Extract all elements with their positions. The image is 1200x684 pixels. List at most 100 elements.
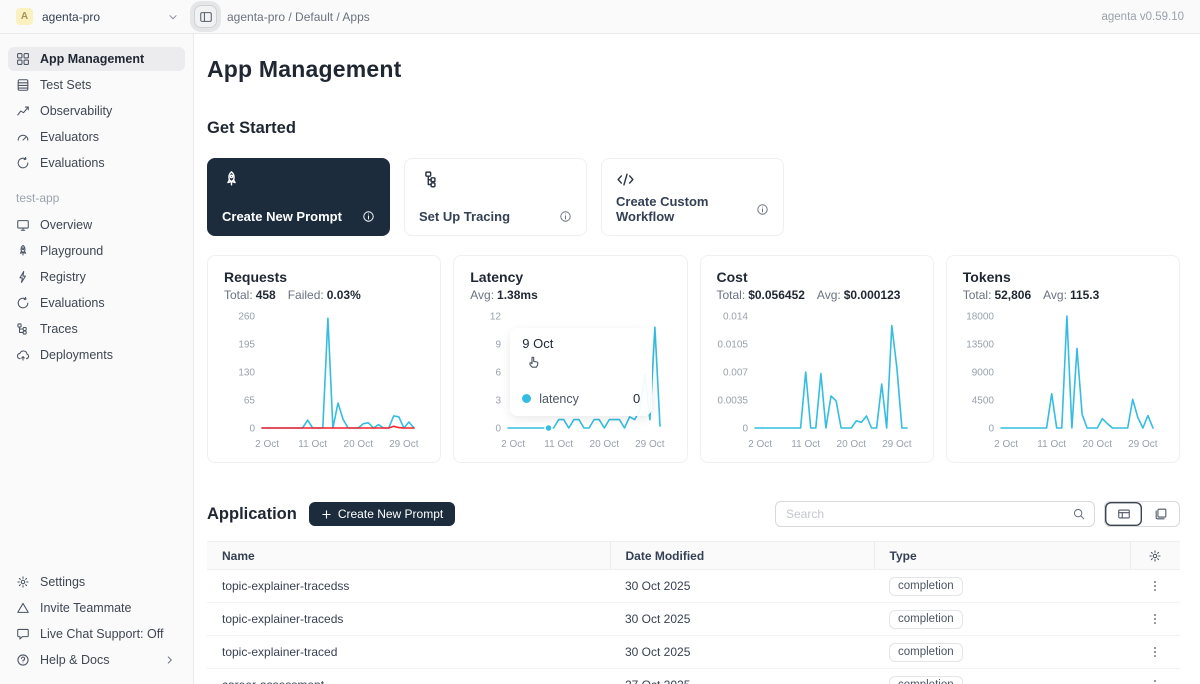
view-toggle — [1104, 501, 1180, 527]
cell-date-modified: 27 Oct 2025 — [610, 669, 874, 684]
cell-name: topic-explainer-tracedss — [207, 570, 610, 603]
chart-card-requests: RequestsTotal:458Failed:0.03%26019513065… — [207, 255, 441, 463]
monitor-icon — [16, 218, 30, 232]
get-started-card-set-up-tracing[interactable]: Set Up Tracing — [404, 158, 587, 236]
svg-text:11 Oct: 11 Oct — [1037, 439, 1066, 450]
svg-text:0.0105: 0.0105 — [717, 340, 748, 351]
invite-icon — [16, 601, 30, 615]
svg-text:20 Oct: 20 Oct — [590, 439, 620, 450]
main-content: App Management Get Started Create New Pr… — [194, 34, 1200, 684]
sidebar-item-observability[interactable]: Observability — [8, 99, 185, 123]
cell-date-modified: 30 Oct 2025 — [610, 636, 874, 669]
tooltip-series-name: latency — [539, 392, 579, 406]
deploy-icon — [16, 348, 30, 362]
application-header: Application Create New Prompt — [207, 501, 1180, 527]
sidebar-item-playground[interactable]: Playground — [8, 239, 185, 263]
tracing-icon — [419, 170, 572, 189]
sidebar-item-overview[interactable]: Overview — [8, 213, 185, 237]
sidebar-item-live-chat-support-off[interactable]: Live Chat Support: Off — [8, 622, 185, 646]
applications-table: Name Date Modified Type topic-explainer-… — [207, 541, 1180, 684]
sidebar-item-evaluations[interactable]: Evaluations — [8, 151, 185, 175]
svg-text:2 Oct: 2 Oct — [748, 439, 772, 450]
sidebar-item-traces[interactable]: Traces — [8, 317, 185, 341]
sidebar-main-nav: App ManagementTest SetsObservabilityEval… — [8, 47, 185, 177]
svg-text:20 Oct: 20 Oct — [836, 439, 866, 450]
bolt-icon — [16, 270, 30, 284]
cell-date-modified: 30 Oct 2025 — [610, 570, 874, 603]
code-icon — [616, 170, 769, 189]
svg-text:12: 12 — [490, 312, 502, 323]
info-icon[interactable] — [756, 203, 769, 216]
svg-text:65: 65 — [244, 396, 256, 407]
tooltip-date: 9 Oct — [522, 336, 640, 351]
table-row[interactable]: career-assessment27 Oct 2025completion — [207, 669, 1180, 684]
row-actions-button[interactable] — [1144, 608, 1166, 630]
sidebar-item-help-docs[interactable]: Help & Docs — [8, 648, 185, 672]
svg-text:0: 0 — [742, 424, 748, 435]
svg-text:29 Oct: 29 Oct — [1128, 439, 1158, 450]
row-actions-button[interactable] — [1144, 641, 1166, 663]
cell-type: completion — [874, 669, 1130, 684]
column-settings-icon[interactable] — [1148, 549, 1162, 563]
svg-text:260: 260 — [238, 312, 255, 323]
evaluations-icon — [16, 156, 30, 170]
chart-plot[interactable]: 2601951306502 Oct11 Oct20 Oct29 Oct — [218, 306, 422, 454]
info-icon[interactable] — [362, 210, 375, 223]
workspace-selector[interactable]: A agenta-pro — [0, 8, 194, 25]
page-title: App Management — [207, 56, 1180, 83]
get-started-card-create-new-prompt[interactable]: Create New Prompt — [207, 158, 390, 236]
sidebar-item-label: Registry — [40, 270, 86, 284]
column-header-date-modified[interactable]: Date Modified — [610, 542, 874, 570]
chart-stat: Avg:$0.000123 — [817, 288, 901, 302]
chart-card-latency: LatencyAvg:1.38ms1296302 Oct11 Oct20 Oct… — [453, 255, 687, 463]
plus-icon — [321, 509, 332, 520]
chart-plot[interactable]: 0.0140.01050.0070.003502 Oct11 Oct20 Oct… — [711, 306, 915, 454]
svg-text:9000: 9000 — [972, 368, 995, 379]
table-row[interactable]: topic-explainer-tracedss30 Oct 2025 compl… — [207, 570, 1180, 603]
sidebar-item-deployments[interactable]: Deployments — [8, 343, 185, 367]
chart-stat: Total:$0.056452 — [717, 288, 805, 302]
svg-text:2 Oct: 2 Oct — [255, 439, 279, 450]
sidebar-toggle-button[interactable] — [194, 5, 217, 28]
evaluations-icon — [16, 296, 30, 310]
sidebar-item-registry[interactable]: Registry — [8, 265, 185, 289]
row-actions-button[interactable] — [1144, 674, 1166, 684]
project-label: test-app — [16, 191, 185, 205]
chart-stat: Total:458 — [224, 288, 276, 302]
svg-text:0: 0 — [988, 424, 994, 435]
column-header-type[interactable]: Type — [874, 542, 1130, 570]
sidebar-item-evaluations[interactable]: Evaluations — [8, 291, 185, 315]
info-icon[interactable] — [559, 210, 572, 223]
workspace-avatar: A — [16, 8, 33, 25]
table-view-button[interactable] — [1105, 502, 1142, 526]
sidebar-item-evaluators[interactable]: Evaluators — [8, 125, 185, 149]
table-row[interactable]: topic-explainer-traced30 Oct 2025complet… — [207, 636, 1180, 669]
svg-text:9: 9 — [496, 340, 502, 351]
breadcrumb[interactable]: agenta-pro / Default / Apps — [227, 10, 370, 24]
type-badge: completion — [889, 577, 963, 596]
search-input[interactable] — [776, 507, 1064, 521]
svg-text:11 Oct: 11 Oct — [298, 439, 327, 450]
column-header-name[interactable]: Name — [207, 542, 610, 570]
topbar: A agenta-pro agenta-pro / Default / Apps… — [0, 0, 1200, 34]
application-heading: Application — [207, 505, 297, 524]
table-row[interactable]: topic-explainer-traceds30 Oct 2025comple… — [207, 603, 1180, 636]
help-icon — [16, 653, 30, 667]
rocket-icon — [222, 170, 375, 189]
create-new-prompt-button[interactable]: Create New Prompt — [309, 502, 455, 526]
sidebar-item-test-sets[interactable]: Test Sets — [8, 73, 185, 97]
chat-icon — [16, 627, 30, 641]
chevron-right-icon[interactable] — [163, 653, 177, 667]
chart-plot[interactable]: 18000135009000450002 Oct11 Oct20 Oct29 O… — [957, 306, 1161, 454]
sidebar-item-invite-teammate[interactable]: Invite Teammate — [8, 596, 185, 620]
card-view-button[interactable] — [1142, 502, 1179, 526]
row-actions-button[interactable] — [1144, 575, 1166, 597]
svg-text:29 Oct: 29 Oct — [882, 439, 912, 450]
get-started-card-create-custom-workflow[interactable]: Create Custom Workflow — [601, 158, 784, 236]
sidebar-item-app-management[interactable]: App Management — [8, 47, 185, 71]
card-label: Create New Prompt — [222, 209, 342, 224]
sidebar-item-settings[interactable]: Settings — [8, 570, 185, 594]
sidebar-item-label: Overview — [40, 218, 92, 232]
search-icon[interactable] — [1064, 502, 1094, 526]
svg-text:11 Oct: 11 Oct — [791, 439, 820, 450]
